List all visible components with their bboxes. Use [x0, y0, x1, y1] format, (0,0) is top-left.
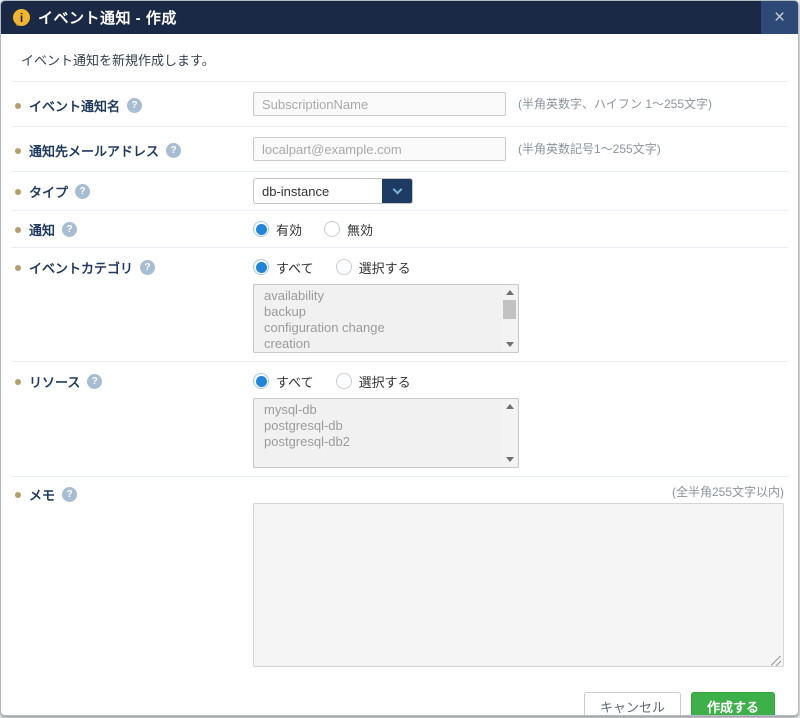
list-item: postgresql-db — [254, 418, 518, 434]
select-dropdown-button[interactable] — [382, 178, 412, 204]
dialog-footer: キャンセル 作成する — [1, 684, 798, 716]
row-event-category: イベントカテゴリ ? すべて 選択する availability backup … — [11, 247, 788, 361]
list-item: mysql-db — [254, 402, 518, 418]
dialog-description: イベント通知を新規作成します。 — [1, 34, 798, 81]
list-item: configuration change — [254, 320, 518, 336]
bullet-icon — [15, 379, 21, 385]
list-item: creation — [254, 336, 518, 352]
help-icon[interactable]: ? — [166, 143, 181, 158]
chevron-down-icon — [392, 184, 402, 194]
bullet-icon — [15, 265, 21, 271]
subscription-name-label: イベント通知名 — [29, 96, 120, 115]
radio-resource-select[interactable] — [336, 373, 352, 389]
notification-label: 通知 — [29, 220, 55, 239]
radio-category-all-label[interactable]: すべて — [276, 258, 314, 277]
list-item: postgresql-db2 — [254, 434, 518, 450]
cancel-button[interactable]: キャンセル — [584, 692, 681, 716]
memo-textarea[interactable] — [253, 503, 784, 667]
resource-label: リソース — [29, 372, 80, 391]
form: イベント通知名 ? (半角英数字、ハイフン 1〜255文字) 通知先メールアドレ… — [11, 81, 788, 684]
help-icon[interactable]: ? — [127, 98, 142, 113]
scroll-up-icon[interactable] — [502, 400, 517, 413]
radio-notification-disabled-label[interactable]: 無効 — [347, 220, 373, 239]
event-notification-create-dialog: i イベント通知 - 作成 × イベント通知を新規作成します。 イベント通知名 … — [0, 0, 799, 716]
type-select-value: db-instance — [254, 184, 382, 199]
email-note: (半角英数記号1〜255文字) — [518, 137, 661, 161]
type-label: タイプ — [29, 182, 68, 201]
bullet-icon — [15, 103, 21, 109]
resource-listbox[interactable]: mysql-db postgresql-db postgresql-db2 — [253, 398, 519, 468]
scroll-down-icon[interactable] — [502, 338, 517, 351]
radio-resource-all[interactable] — [253, 373, 269, 389]
scrollbar-thumb[interactable] — [503, 300, 516, 319]
dialog-header: i イベント通知 - 作成 × — [1, 1, 798, 34]
email-input[interactable] — [253, 137, 506, 161]
row-type: タイプ ? db-instance — [11, 171, 788, 210]
scroll-down-icon[interactable] — [502, 453, 517, 466]
radio-notification-enabled-label[interactable]: 有効 — [276, 220, 302, 239]
create-button[interactable]: 作成する — [691, 692, 775, 716]
radio-resource-select-label[interactable]: 選択する — [359, 372, 411, 391]
resize-handle-icon[interactable] — [771, 656, 781, 666]
list-item: availability — [254, 288, 518, 304]
close-icon[interactable]: × — [761, 1, 798, 34]
radio-notification-enabled[interactable] — [253, 221, 269, 237]
scroll-up-icon[interactable] — [502, 286, 517, 299]
subscription-name-input[interactable] — [253, 92, 506, 116]
row-email: 通知先メールアドレス ? (半角英数記号1〜255文字) — [11, 126, 788, 171]
radio-notification-disabled[interactable] — [324, 221, 340, 237]
type-select[interactable]: db-instance — [253, 178, 413, 204]
scrollbar[interactable] — [502, 286, 517, 351]
memo-note: (全半角255文字以内) — [253, 485, 784, 500]
info-icon-tail — [13, 21, 21, 30]
bullet-icon — [15, 189, 21, 195]
event-category-label: イベントカテゴリ — [29, 258, 133, 277]
bullet-icon — [15, 227, 21, 233]
list-item: backup — [254, 304, 518, 320]
memo-label: メモ — [29, 485, 55, 504]
help-icon[interactable]: ? — [87, 374, 102, 389]
email-label: 通知先メールアドレス — [29, 141, 159, 160]
list-item: deletion — [254, 352, 518, 353]
bullet-icon — [15, 148, 21, 154]
help-icon[interactable]: ? — [75, 184, 90, 199]
info-icon: i — [13, 9, 30, 26]
radio-resource-all-label[interactable]: すべて — [276, 372, 314, 391]
radio-category-select[interactable] — [336, 259, 352, 275]
row-subscription-name: イベント通知名 ? (半角英数字、ハイフン 1〜255文字) — [11, 81, 788, 126]
radio-category-select-label[interactable]: 選択する — [359, 258, 411, 277]
bullet-icon — [15, 492, 21, 498]
dialog-title: イベント通知 - 作成 — [38, 7, 177, 28]
help-icon[interactable]: ? — [62, 487, 77, 502]
help-icon[interactable]: ? — [62, 222, 77, 237]
subscription-name-note: (半角英数字、ハイフン 1〜255文字) — [518, 92, 712, 116]
row-resource: リソース ? すべて 選択する mysql-db postgresql-db p… — [11, 361, 788, 476]
scrollbar[interactable] — [502, 400, 517, 466]
radio-category-all[interactable] — [253, 259, 269, 275]
help-icon[interactable]: ? — [140, 260, 155, 275]
row-memo: メモ ? (全半角255文字以内) — [11, 476, 788, 684]
event-category-listbox[interactable]: availability backup configuration change… — [253, 284, 519, 353]
row-notification: 通知 ? 有効 無効 — [11, 210, 788, 247]
